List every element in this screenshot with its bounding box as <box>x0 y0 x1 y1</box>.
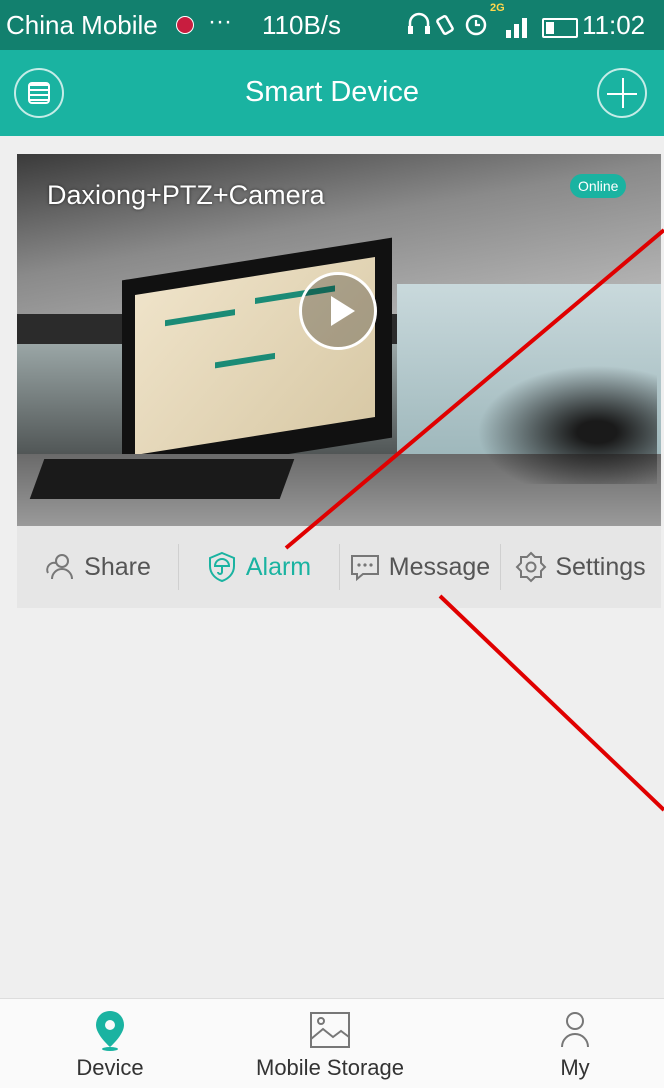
share-icon <box>46 554 74 580</box>
settings-button[interactable]: Settings <box>500 526 661 608</box>
headset-vibrate-alarm-icons <box>408 12 487 36</box>
tab-mobile-storage[interactable]: Mobile Storage <box>240 999 420 1088</box>
share-button[interactable]: Share <box>17 526 178 608</box>
camera-preview[interactable]: Daxiong+PTZ+Camera Online <box>17 154 661 526</box>
settings-label: Settings <box>555 552 646 581</box>
network-speed: 110B/s <box>262 10 342 40</box>
message-icon <box>350 555 379 582</box>
preview-image-wires <box>457 354 657 484</box>
location-pin-icon <box>96 1011 124 1051</box>
bottom-tab-bar: Device Mobile Storage My <box>0 998 664 1088</box>
status-icons <box>406 9 490 46</box>
battery-icon <box>542 18 578 38</box>
signal-icon <box>506 18 527 38</box>
more-notifications-icon: ··· <box>208 8 232 35</box>
annotation-line-message <box>438 594 664 812</box>
device-action-bar: Share Alarm Message Settings <box>17 526 661 608</box>
huawei-logo-icon <box>176 16 194 34</box>
message-label: Message <box>388 552 491 581</box>
tab-device-label: Device <box>76 1055 144 1080</box>
add-device-button[interactable] <box>597 68 647 118</box>
image-icon <box>310 1012 350 1048</box>
tab-device[interactable]: Device <box>30 999 190 1088</box>
page-title: Smart Device <box>244 76 420 108</box>
alarm-label: Alarm <box>245 552 312 581</box>
preview-image-keyboard <box>29 459 295 499</box>
device-card: Daxiong+PTZ+Camera Online Share Alarm Me… <box>17 154 661 608</box>
app-header: Smart Device <box>0 50 664 136</box>
settings-icon <box>515 551 547 583</box>
tab-my-label: My <box>560 1055 590 1080</box>
person-icon <box>561 1012 589 1048</box>
share-label: Share <box>84 552 151 581</box>
alarm-shield-icon <box>208 551 235 583</box>
device-name: Daxiong+PTZ+Camera <box>47 180 325 210</box>
alarm-button[interactable]: Alarm <box>178 526 339 608</box>
carrier-name: China Mobile <box>6 10 158 40</box>
tab-my[interactable]: My <box>500 999 650 1088</box>
network-type: 2G <box>490 2 505 14</box>
tab-mobile-storage-label: Mobile Storage <box>256 1055 404 1080</box>
status-badge: Online <box>570 174 627 198</box>
status-bar: China Mobile ··· 110B/s 2G 11:02 <box>0 0 664 50</box>
message-button[interactable]: Message <box>339 526 500 608</box>
play-button[interactable] <box>299 272 377 350</box>
clock: 11:02 <box>582 10 646 40</box>
